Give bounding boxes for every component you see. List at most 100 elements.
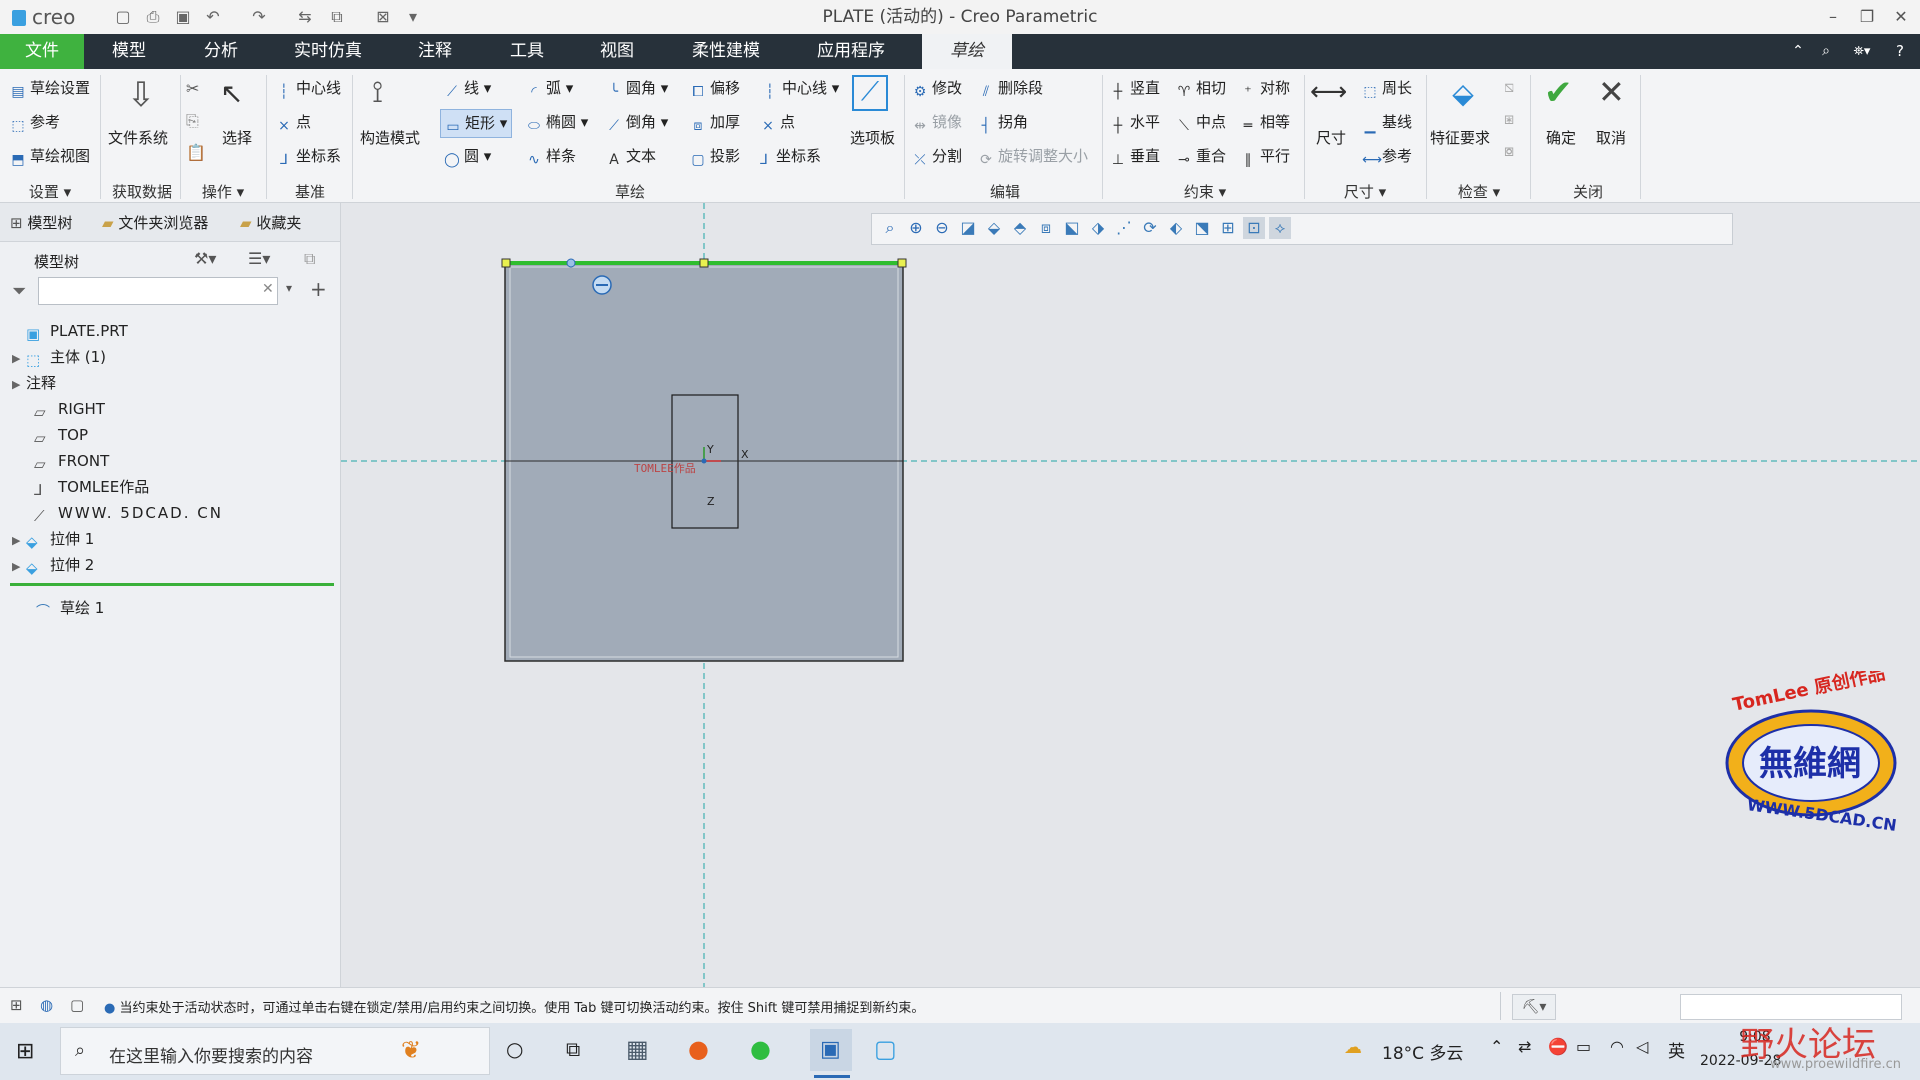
creo-app-icon[interactable]: ▢ <box>874 1035 897 1063</box>
tree-columns-icon[interactable]: ☰▾ <box>248 249 270 268</box>
tree-search-input[interactable] <box>38 277 278 305</box>
sketch-coord-sys-button[interactable]: ⅃ 坐标系 <box>756 145 821 168</box>
baseline-button[interactable]: ▁ 基线 <box>1362 111 1412 134</box>
expand-arrow-icon[interactable]: ▶ <box>12 372 26 398</box>
regenerate-icon[interactable]: ⇆ <box>294 6 316 28</box>
weather-text[interactable]: 18°C 多云 <box>1382 1039 1463 1064</box>
file-system-icon[interactable]: ⇩ <box>118 75 164 115</box>
tab-favorites[interactable]: ▰ 收藏夹 <box>240 209 301 237</box>
sketch-centerline-button[interactable]: ┆ 中心线 ▾ <box>762 77 840 100</box>
construction-mode-button[interactable]: 构造模式 <box>360 127 420 148</box>
horizontal-constraint-button[interactable]: ┼ 水平 <box>1110 111 1160 134</box>
new-file-icon[interactable]: ▢ <box>112 6 134 28</box>
construction-mode-icon[interactable]: ⟟ <box>372 75 383 110</box>
dimension-button[interactable]: 尺寸 <box>1316 127 1346 148</box>
expand-arrow-icon[interactable]: ▶ <box>12 528 26 554</box>
divide-button[interactable]: ⤫ 分割 <box>912 145 962 168</box>
search-icon[interactable]: ⌕ <box>1814 34 1838 69</box>
close-button[interactable]: ✕ <box>1886 4 1916 30</box>
mirror-button[interactable]: ⇹ 镜像 <box>912 111 962 134</box>
palette-button[interactable]: 选项板 <box>850 127 895 148</box>
rotate-resize-button[interactable]: ⟳ 旋转调整大小 <box>978 145 1088 168</box>
help-icon[interactable]: ? <box>1888 34 1912 69</box>
tree-item[interactable]: ▱ FRONT <box>12 448 109 474</box>
tree-item[interactable]: ▣ PLATE.PRT <box>12 318 128 344</box>
full-screen-icon[interactable]: ▢ <box>70 996 84 1014</box>
feature-requirements-button[interactable]: 特征要求 <box>1430 127 1490 148</box>
redo-icon[interactable]: ↷ <box>248 6 270 28</box>
cortana-icon[interactable]: ○ <box>506 1037 523 1061</box>
datum-coord-sys-button[interactable]: ⅃ 坐标系 <box>276 145 341 168</box>
vertical-constraint-button[interactable]: ┼ 竖直 <box>1110 77 1160 100</box>
taskbar-search-box[interactable]: ⌕ 在这里输入你要搜索的内容 ❦ <box>60 1027 490 1075</box>
tab-tools[interactable]: 工具 <box>496 34 558 69</box>
wifi-icon[interactable]: ◠ <box>1610 1037 1624 1056</box>
tab-view[interactable]: 视图 <box>586 34 648 69</box>
file-system-button[interactable]: 文件系统 <box>108 127 168 148</box>
cancel-button[interactable]: 取消 <box>1596 127 1626 148</box>
tree-item-active-sketch[interactable]: ⌒ 草绘 1 <box>36 595 104 621</box>
circle-button[interactable]: ◯ 圆 ▾ <box>444 145 491 168</box>
chamfer-button[interactable]: ⟋ 倒角 ▾ <box>606 111 668 134</box>
group-constrain-label[interactable]: 约束 ▾ <box>1110 181 1300 202</box>
save-icon[interactable]: ▣ <box>172 6 194 28</box>
volume-icon[interactable]: ◁ <box>1636 1037 1648 1056</box>
tab-live-simulation[interactable]: 实时仿真 <box>282 34 374 69</box>
toggle-navigator-icon[interactable]: ⊞ <box>10 996 23 1014</box>
symmetric-constraint-button[interactable]: ⁺ 对称 <box>1240 77 1290 100</box>
tree-filter-settings-icon[interactable]: ⧉ <box>304 249 315 269</box>
ime-indicator[interactable]: 英 <box>1668 1037 1685 1062</box>
sketch-view-button[interactable]: ⬒ 草绘视图 <box>10 145 90 168</box>
shade-closed-loops-icon[interactable]: ⧇ <box>1504 141 1514 161</box>
firefox-icon[interactable]: ● <box>688 1035 709 1063</box>
group-setup-label[interactable]: 设置 ▾ <box>10 181 90 202</box>
group-inspect-label[interactable]: 检查 ▾ <box>1434 181 1524 202</box>
datum-centerline-button[interactable]: ┆ 中心线 <box>276 77 341 100</box>
network-sync-icon[interactable]: ⇄ <box>1518 1037 1531 1056</box>
project-button[interactable]: ▢ 投影 <box>690 145 740 168</box>
wechat-icon[interactable]: ● <box>750 1035 771 1063</box>
overlapping-geometry-icon[interactable]: ⧅ <box>1504 77 1514 97</box>
tree-item[interactable]: ⅃ TOMLEE作品 <box>12 474 149 500</box>
ellipse-button[interactable]: ⬭ 椭圆 ▾ <box>526 111 588 134</box>
perimeter-button[interactable]: ⬚ 周长 <box>1362 77 1412 100</box>
tab-model-tree[interactable]: ⊞ 模型树 <box>10 209 72 237</box>
close-window-icon[interactable]: ⊠ <box>372 6 394 28</box>
minimize-button[interactable]: – <box>1818 4 1848 30</box>
select-icon[interactable]: ↖ <box>220 77 243 110</box>
calculator-icon[interactable]: ▦ <box>626 1035 649 1063</box>
corner-button[interactable]: ┤ 拐角 <box>978 111 1028 134</box>
windows-start-icon[interactable]: ⊞ <box>16 1039 34 1064</box>
modify-button[interactable]: ⚙ 修改 <box>912 77 962 100</box>
tab-flexible-modeling[interactable]: 柔性建模 <box>680 34 772 69</box>
references-button[interactable]: ⬚ 参考 <box>10 111 60 134</box>
fillet-button[interactable]: ╰ 圆角 ▾ <box>606 77 669 100</box>
tab-folder-browser[interactable]: ▰ 文件夹浏览器 <box>102 209 208 237</box>
group-dimension-label[interactable]: 尺寸 ▾ <box>1310 181 1420 202</box>
insert-indicator-line[interactable] <box>10 583 334 586</box>
line-button[interactable]: ⟋ 线 ▾ <box>444 77 491 100</box>
community-icon[interactable]: ⛯▾ <box>1842 34 1882 69</box>
graphics-area[interactable]: ⌕ ⊕ ⊖ ◪ ⬙ ⬘ ⧈ ⬕ ⬗ ⋰ ⟳ ⬖ ⬔ ⊞ ⊡ ⟡ TOMLEE作品 Y X Z TomLee 原… <box>341 203 1920 987</box>
browser-icon[interactable]: ◍ <box>40 996 53 1014</box>
tab-sketch[interactable]: 草绘 <box>922 34 1012 69</box>
ok-checkmark-icon[interactable]: ✔ <box>1544 73 1573 113</box>
select-button[interactable]: 选择 <box>222 127 252 148</box>
tree-item[interactable]: ▶ 注释 <box>12 370 56 396</box>
customize-toolbar-icon[interactable]: ▾ <box>402 6 424 28</box>
tab-applications[interactable]: 应用程序 <box>800 34 902 69</box>
tree-item[interactable]: ⟋ WWW. 5DCAD. CN <box>12 500 223 526</box>
sketch-canvas[interactable]: TOMLEE作品 Y X Z <box>341 203 1920 987</box>
add-item-icon[interactable]: + <box>310 277 327 301</box>
spline-button[interactable]: ∿ 样条 <box>526 145 576 168</box>
cut-icon[interactable]: ✂ <box>186 79 199 98</box>
tab-model[interactable]: 模型 <box>98 34 160 69</box>
windows-icon[interactable]: ⧉ <box>326 6 348 28</box>
tree-settings-icon[interactable]: ⚒▾ <box>194 249 216 268</box>
expand-arrow-icon[interactable]: ▶ <box>12 554 26 580</box>
tangent-constraint-button[interactable]: ♈ 相切 <box>1176 77 1226 100</box>
tree-item[interactable]: ▱ RIGHT <box>12 396 105 422</box>
selection-filter-icon[interactable]: ⛏▾ <box>1512 994 1556 1020</box>
collapse-ribbon-icon[interactable]: ⌃ <box>1786 34 1810 69</box>
dimension-reference-button[interactable]: ⟷参考 <box>1362 145 1412 168</box>
